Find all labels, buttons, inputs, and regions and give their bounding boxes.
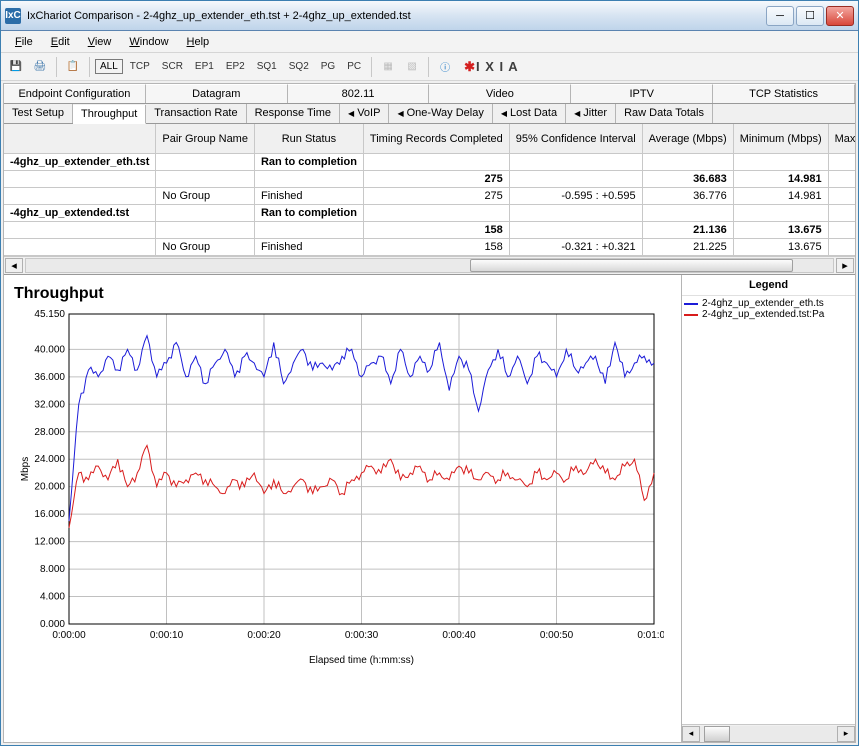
tab-80211[interactable]: 802.11: [288, 84, 430, 103]
close-button[interactable]: ✕: [826, 6, 854, 26]
tab-datagram[interactable]: Datagram: [146, 84, 288, 103]
svg-text:0:01:00: 0:01:00: [637, 630, 664, 641]
filter-scr[interactable]: SCR: [157, 58, 188, 75]
svg-text:0:00:30: 0:00:30: [345, 630, 379, 641]
chart-area: Throughput 0.000 4.000 8.000 12.000 16.000 20…: [4, 275, 855, 742]
tab-raw-data-totals[interactable]: Raw Data Totals: [616, 104, 713, 123]
table-row[interactable]: 158 21.136 13.675 26.936: [4, 222, 855, 239]
menu-file[interactable]: File: [7, 34, 41, 50]
table-row[interactable]: No Group Finished 275 -0.595 : +0.595 36…: [4, 188, 855, 205]
col-run-status[interactable]: Run Status: [255, 124, 364, 154]
svg-text:0:00:20: 0:00:20: [247, 630, 281, 641]
lower-tabs: Test Setup Throughput Transaction Rate R…: [4, 104, 855, 124]
throughput-chart[interactable]: Throughput 0.000 4.000 8.000 12.000 16.000 20…: [4, 275, 681, 742]
menu-view[interactable]: View: [80, 34, 120, 50]
app-icon: IxC: [5, 8, 21, 24]
maximize-button[interactable]: ☐: [796, 6, 824, 26]
menu-help[interactable]: Help: [179, 34, 218, 50]
window-controls: ─ ☐ ✕: [766, 6, 854, 26]
svg-text:0:00:40: 0:00:40: [442, 630, 476, 641]
svg-text:28.000: 28.000: [34, 427, 65, 438]
filter-sq1[interactable]: SQ1: [252, 58, 282, 75]
svg-text:12.000: 12.000: [34, 537, 65, 548]
toolbar: 💾 🖨 📋 ALL TCP SCR EP1 EP2 SQ1 SQ2 PG PC …: [1, 53, 858, 81]
tab-throughput[interactable]: Throughput: [73, 105, 146, 124]
legend-item[interactable]: 2-4ghz_up_extender_eth.ts: [684, 298, 853, 309]
menu-window[interactable]: Window: [121, 34, 176, 50]
filter-ep1[interactable]: EP1: [190, 58, 219, 75]
info-icon[interactable]: ⓘ: [434, 56, 456, 78]
chart-svg: 0.000 4.000 8.000 12.000 16.000 20.000 24.000 2…: [14, 309, 664, 669]
tab-test-setup[interactable]: Test Setup: [4, 104, 73, 123]
table-row[interactable]: -4ghz_up_extender_eth.tst Ran to complet…: [4, 154, 855, 171]
tab-iptv[interactable]: IPTV: [571, 84, 713, 103]
filter-sq2[interactable]: SQ2: [284, 58, 314, 75]
filter-ep2[interactable]: EP2: [221, 58, 250, 75]
svg-text:20.000: 20.000: [34, 482, 65, 493]
col-max[interactable]: Maximum (Mbps): [829, 124, 855, 154]
scroll-left-icon[interactable]: ◂: [682, 726, 700, 742]
legend-panel: Legend 2-4ghz_up_extender_eth.ts2-4ghz_u…: [681, 275, 855, 742]
toolbar-extra-2: ▧: [401, 56, 423, 78]
svg-text:0:00:00: 0:00:00: [52, 630, 86, 641]
svg-text:32.000: 32.000: [34, 399, 65, 410]
upper-tabs: Endpoint Configuration Datagram 802.11 V…: [4, 84, 855, 104]
titlebar[interactable]: IxC IxChariot Comparison - 2-4ghz_up_ext…: [1, 1, 858, 31]
legend-horizontal-scrollbar[interactable]: ◂ ▸: [682, 724, 855, 742]
filter-pc[interactable]: PC: [342, 58, 366, 75]
scroll-right-icon[interactable]: ▸: [837, 726, 855, 742]
svg-text:24.000: 24.000: [34, 454, 65, 465]
col-pair-group[interactable]: Pair Group Name: [156, 124, 255, 154]
minimize-button[interactable]: ─: [766, 6, 794, 26]
tab-voip[interactable]: ◀VoIP: [340, 104, 389, 123]
app-window: IxC IxChariot Comparison - 2-4ghz_up_ext…: [0, 0, 859, 746]
table-row[interactable]: -4ghz_up_extended.tst Ran to completion: [4, 205, 855, 222]
svg-text:0.000: 0.000: [40, 619, 65, 630]
ixia-logo: ✱I X I A: [464, 59, 519, 75]
col-file[interactable]: [4, 124, 156, 154]
menu-edit[interactable]: Edit: [43, 34, 78, 50]
grid-horizontal-scrollbar[interactable]: ◂ ▸: [4, 256, 855, 274]
results-grid: Pair Group Name Run Status Timing Record…: [4, 124, 855, 275]
copy-icon: 📋: [62, 56, 84, 78]
print-icon[interactable]: 🖨: [29, 56, 51, 78]
table-row[interactable]: No Group Finished 158 -0.321 : +0.321 21…: [4, 239, 855, 256]
filter-tcp[interactable]: TCP: [125, 58, 155, 75]
filter-all-button[interactable]: ALL: [95, 59, 123, 74]
tab-response-time[interactable]: Response Time: [247, 104, 340, 123]
svg-text:45.150: 45.150: [34, 309, 65, 320]
svg-text:40.000: 40.000: [34, 344, 65, 355]
svg-text:8.000: 8.000: [40, 564, 65, 575]
svg-text:16.000: 16.000: [34, 509, 65, 520]
tab-endpoint-config[interactable]: Endpoint Configuration: [4, 84, 146, 103]
col-confidence[interactable]: 95% Confidence Interval: [510, 124, 643, 154]
main-panel: Endpoint Configuration Datagram 802.11 V…: [3, 83, 856, 743]
svg-text:Elapsed time (h:mm:ss): Elapsed time (h:mm:ss): [309, 655, 414, 666]
tab-tcp-stats[interactable]: TCP Statistics: [713, 84, 855, 103]
legend-body: 2-4ghz_up_extender_eth.ts2-4ghz_up_exten…: [682, 296, 855, 724]
legend-item[interactable]: 2-4ghz_up_extended.tst:Pa: [684, 309, 853, 320]
window-title: IxChariot Comparison - 2-4ghz_up_extende…: [27, 10, 766, 22]
tab-jitter[interactable]: ◀Jitter: [566, 104, 616, 123]
table-row[interactable]: 275 36.683 14.981 42.328: [4, 171, 855, 188]
col-avg[interactable]: Average (Mbps): [643, 124, 734, 154]
svg-text:Mbps: Mbps: [20, 457, 31, 481]
save-icon[interactable]: 💾: [5, 56, 27, 78]
svg-text:0:00:10: 0:00:10: [150, 630, 184, 641]
tab-transaction-rate[interactable]: Transaction Rate: [146, 104, 246, 123]
svg-text:4.000: 4.000: [40, 592, 65, 603]
chart-title: Throughput: [14, 285, 671, 303]
svg-text:0:00:50: 0:00:50: [540, 630, 574, 641]
col-min[interactable]: Minimum (Mbps): [734, 124, 829, 154]
tab-video[interactable]: Video: [429, 84, 571, 103]
menubar: File Edit View Window Help: [1, 31, 858, 53]
svg-text:36.000: 36.000: [34, 372, 65, 383]
toolbar-extra-1: ▦: [377, 56, 399, 78]
tab-lost-data[interactable]: ◀Lost Data: [493, 104, 566, 123]
filter-pg[interactable]: PG: [316, 58, 340, 75]
tab-one-way-delay[interactable]: ◀One-Way Delay: [389, 104, 492, 123]
legend-title: Legend: [682, 275, 855, 296]
col-timing-records[interactable]: Timing Records Completed: [364, 124, 510, 154]
